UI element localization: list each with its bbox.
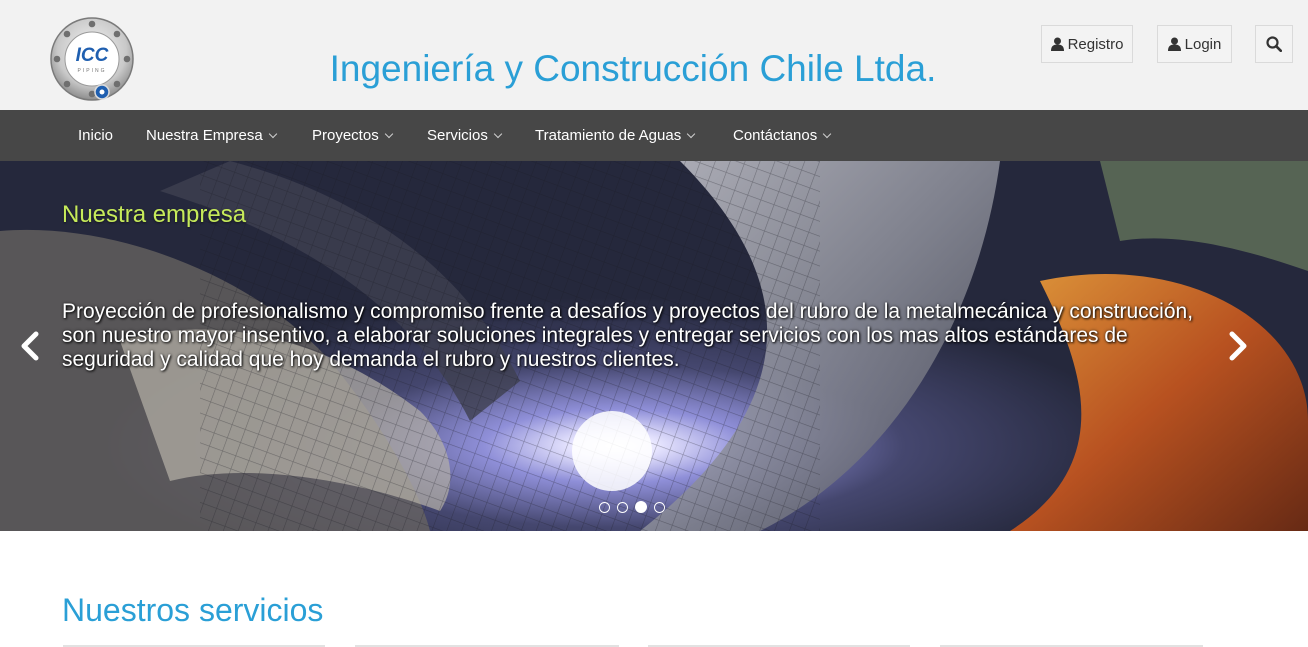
nav-item-label: Servicios [427,127,488,144]
chevron-right-icon [1229,331,1247,361]
nav-item-label: Tratamiento de Aguas [535,127,682,144]
chevron-down-icon [493,129,503,138]
nav-item-label: Contáctanos [733,127,818,144]
main-nav: Inicio Nuestra Empresa Proyectos Servici… [0,110,1308,161]
carousel-prev-button[interactable] [18,331,42,361]
chevron-down-icon [822,129,832,138]
hero-carousel[interactable]: Nuestra empresa Proyección de profesiona… [0,161,1308,531]
search-button[interactable] [1255,25,1293,63]
chevron-down-icon [686,129,696,138]
user-icon [1050,37,1064,51]
slide-title: Nuestra empresa [62,201,247,228]
nav-item-label: Inicio [78,127,114,144]
login-label: Login [1184,35,1222,53]
carousel-indicator[interactable] [617,502,628,513]
user-icon [1167,37,1181,51]
register-button[interactable]: Registro [1041,25,1133,63]
nav-item-proyectos[interactable]: Proyectos [312,110,393,161]
nav-item-contactanos[interactable]: Contáctanos [733,110,832,161]
nav-item-servicios[interactable]: Servicios [427,110,503,161]
nav-item-label: Nuestra Empresa [146,127,263,144]
chevron-left-icon [21,331,39,361]
login-button[interactable]: Login [1157,25,1232,63]
carousel-next-button[interactable] [1226,331,1250,361]
nav-item-inicio[interactable]: Inicio [78,110,113,161]
register-label: Registro [1067,35,1124,53]
carousel-indicators [599,501,665,513]
carousel-indicator-active[interactable] [635,501,647,513]
nav-item-label: Proyectos [312,127,379,144]
site-header: ICC PIPING Ingeniería y Construcción Chi… [0,0,1308,110]
search-icon [1266,36,1282,52]
chevron-down-icon [268,129,277,138]
slide-caption: Proyección de profesionalismo y compromi… [62,300,1194,371]
services-heading: Nuestros servicios [62,592,324,628]
carousel-indicator[interactable] [654,502,665,513]
carousel-indicator[interactable] [599,502,610,513]
chevron-down-icon [384,129,393,138]
nav-item-tratamiento-de-aguas[interactable]: Tratamiento de Aguas [535,110,696,161]
nav-item-nuestra-empresa[interactable]: Nuestra Empresa [146,110,277,161]
